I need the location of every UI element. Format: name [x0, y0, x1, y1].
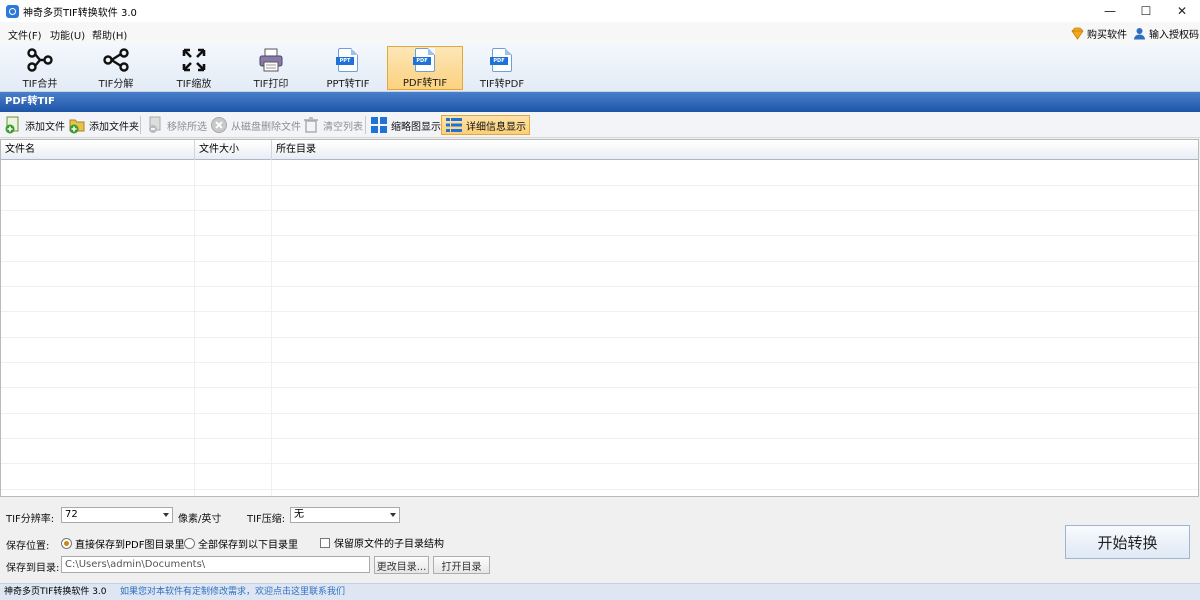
remove-icon — [149, 116, 161, 133]
diamond-icon — [1071, 27, 1084, 40]
remove-selected-label: 移除所选 — [167, 121, 207, 133]
status-app-name: 神奇多页TIF转换软件 3.0 — [4, 587, 107, 597]
contact-link[interactable]: 如果您对本软件有定制修改需求，欢迎点击这里联系我们 — [120, 584, 345, 600]
delete-circle-icon — [211, 117, 227, 133]
add-file-icon — [5, 116, 19, 134]
tool-tif-merge[interactable]: TIF合并 — [2, 46, 78, 90]
tool-tif-to-pdf[interactable]: PDF TIF转PDF — [464, 46, 540, 90]
split-icon — [103, 48, 129, 72]
compression-value: 无 — [294, 509, 304, 520]
tool-pdf-to-tif[interactable]: PDF PDF转TIF — [387, 46, 463, 90]
radio-save-custom-dir[interactable]: 全部保存到以下目录里 — [184, 536, 298, 551]
thumbnail-view-label: 缩略图显示 — [391, 121, 441, 133]
open-dir-button[interactable]: 打开目录 — [433, 556, 490, 574]
detail-view-label: 详细信息显示 — [466, 121, 526, 133]
radio-same-dir-label: 直接保存到PDF图目录里 — [75, 540, 185, 551]
ppt-file-icon: PPT — [336, 48, 358, 72]
chevron-down-icon — [163, 513, 169, 517]
file-table[interactable]: 文件名 文件大小 所在目录 — [0, 139, 1199, 497]
title-bar: 神奇多页TIF转换软件 3.0 — ☐ ✕ — [0, 0, 1200, 22]
close-button[interactable]: ✕ — [1164, 0, 1200, 22]
tool-label: PDF转TIF — [402, 78, 448, 89]
dpi-unit: 像素/英寸 — [178, 514, 222, 525]
thumbnail-view-button[interactable]: 缩略图显示 — [370, 115, 441, 135]
save-dir-label: 保存到目录: — [6, 563, 60, 574]
add-folder-button[interactable]: 添加文件夹 — [68, 115, 139, 135]
column-header-directory[interactable]: 所在目录 — [272, 140, 1198, 160]
checkbox-icon — [320, 537, 330, 548]
tool-tif-resize[interactable]: TIF缩放 — [156, 46, 232, 90]
tool-ppt-to-tif[interactable]: PPT PPT转TIF — [310, 46, 386, 90]
tool-label: TIF分解 — [98, 79, 134, 90]
table-header: 文件名 文件大小 所在目录 — [1, 140, 1198, 160]
radio-selected-icon — [61, 538, 72, 549]
compression-label: TIF压缩: — [247, 514, 286, 525]
radio-save-same-dir[interactable]: 直接保存到PDF图目录里 — [61, 536, 184, 551]
clear-list-button[interactable]: 清空列表 — [302, 115, 363, 135]
add-file-button[interactable]: 添加文件 — [4, 115, 65, 135]
status-bar: 神奇多页TIF转换软件 3.0 如果您对本软件有定制修改需求，欢迎点击这里联系我… — [0, 583, 1200, 600]
tool-tif-print[interactable]: TIF打印 — [233, 46, 309, 90]
tool-label: TIF转PDF — [479, 79, 525, 90]
enter-license-label: 输入授权码 — [1149, 30, 1199, 41]
compression-select[interactable]: 无 — [290, 507, 400, 523]
delete-from-disk-label: 从磁盘删除文件 — [231, 121, 301, 133]
column-header-filename[interactable]: 文件名 — [1, 140, 195, 160]
menu-function[interactable]: 功能(U) — [50, 27, 85, 42]
keep-structure-checkbox[interactable]: 保留原文件的子目录结构 — [320, 535, 444, 550]
tool-label: TIF缩放 — [176, 79, 212, 90]
merge-icon — [27, 48, 53, 72]
pdf-file-icon: PDF — [413, 48, 435, 72]
tool-tif-split[interactable]: TIF分解 — [78, 46, 154, 90]
clear-list-label: 清空列表 — [323, 121, 363, 133]
tool-label: PPT转TIF — [326, 79, 370, 90]
menu-bar: 文件(F) 功能(U) 帮助(H) 购买软件 输入授权码 — [0, 22, 1200, 44]
radio-custom-dir-label: 全部保存到以下目录里 — [198, 540, 298, 551]
change-dir-button[interactable]: 更改目录... — [374, 556, 429, 574]
add-folder-label: 添加文件夹 — [89, 121, 139, 133]
start-convert-button[interactable]: 开始转换 — [1065, 525, 1190, 559]
save-dir-input[interactable]: C:\Users\admin\Documents\ — [61, 556, 370, 573]
column-header-filesize[interactable]: 文件大小 — [195, 140, 272, 160]
add-file-label: 添加文件 — [25, 121, 65, 133]
app-icon — [6, 4, 19, 18]
window-title: 神奇多页TIF转换软件 3.0 — [23, 7, 137, 19]
add-folder-icon — [69, 119, 85, 134]
remove-selected-button[interactable]: 移除所选 — [146, 115, 207, 135]
dpi-select[interactable]: 72 — [61, 507, 173, 523]
maximize-button[interactable]: ☐ — [1128, 0, 1164, 22]
buy-software-link[interactable]: 购买软件 — [1071, 26, 1127, 41]
trash-icon — [304, 117, 318, 133]
main-toolbar: TIF合并 TIF分解 TIF缩放 TIF打印 PPT PPT转TIF PDF … — [0, 44, 1200, 92]
grid-view-icon — [371, 117, 387, 133]
detail-view-button[interactable]: 详细信息显示 — [441, 115, 530, 135]
list-view-icon — [446, 118, 462, 132]
save-location-label: 保存位置: — [6, 541, 50, 552]
buy-software-label: 购买软件 — [1087, 30, 1127, 41]
keep-structure-label: 保留原文件的子目录结构 — [334, 539, 444, 550]
radio-unselected-icon — [184, 538, 195, 549]
section-title: PDF转TIF — [0, 92, 1200, 112]
user-icon — [1134, 28, 1145, 40]
enter-license-link[interactable]: 输入授权码 — [1133, 26, 1199, 41]
file-list-toolbar: 添加文件 添加文件夹 移除所选 从磁盘删除文件 清空列表 缩略图显示 详细信息显… — [0, 112, 1200, 138]
pdf-file-icon: PDF — [490, 48, 512, 72]
resize-icon — [182, 48, 206, 72]
menu-help[interactable]: 帮助(H) — [92, 27, 127, 42]
tool-label: TIF打印 — [253, 79, 289, 90]
tool-label: TIF合并 — [22, 79, 58, 90]
delete-from-disk-button[interactable]: 从磁盘删除文件 — [210, 115, 301, 135]
menu-file[interactable]: 文件(F) — [8, 27, 42, 42]
printer-icon — [259, 48, 283, 72]
dpi-label: TIF分辨率: — [6, 514, 55, 525]
minimize-button[interactable]: — — [1092, 0, 1128, 22]
chevron-down-icon — [390, 513, 396, 517]
dpi-value: 72 — [65, 509, 78, 520]
